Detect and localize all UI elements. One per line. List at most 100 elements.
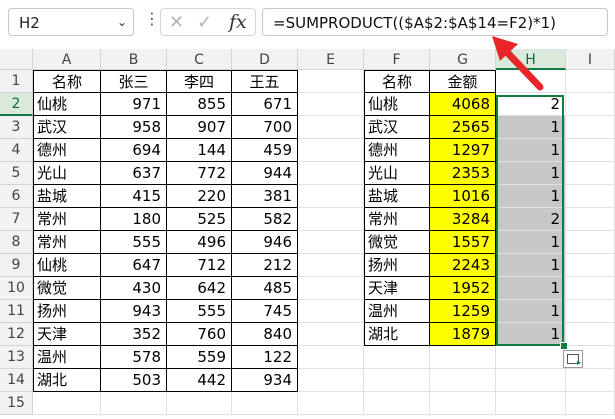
cell-G11[interactable]: 1259 (430, 300, 496, 323)
cell-I1[interactable] (566, 70, 615, 93)
cell-I5[interactable] (566, 162, 615, 185)
cell-C13[interactable]: 559 (167, 346, 232, 369)
cell-H14[interactable] (496, 369, 566, 392)
cell-C14[interactable]: 442 (167, 369, 232, 392)
row-header-12[interactable]: 12 (0, 323, 33, 346)
cell-F11[interactable]: 温州 (364, 300, 430, 323)
cell-F13[interactable] (364, 346, 430, 369)
quick-analysis-icon[interactable]: ▸ (563, 350, 583, 368)
row-header-1[interactable]: 1 (0, 70, 33, 93)
cell-C3[interactable]: 907 (167, 116, 232, 139)
cell-F6[interactable]: 盐城 (364, 185, 430, 208)
cell-F15[interactable] (364, 392, 430, 415)
cell-D14[interactable]: 934 (232, 369, 298, 392)
cell-G6[interactable]: 1016 (430, 185, 496, 208)
cell-B14[interactable]: 503 (101, 369, 167, 392)
row-header-4[interactable]: 4 (0, 139, 33, 162)
column-header-D[interactable]: D (232, 49, 298, 70)
cell-I11[interactable] (566, 300, 615, 323)
row-header-7[interactable]: 7 (0, 208, 33, 231)
cell-B11[interactable]: 943 (101, 300, 167, 323)
cell-H2[interactable]: 2 (496, 93, 566, 116)
cell-H13[interactable] (496, 346, 566, 369)
cell-D9[interactable]: 212 (232, 254, 298, 277)
cell-G15[interactable] (430, 392, 496, 415)
cell-C6[interactable]: 220 (167, 185, 232, 208)
cell-D15[interactable] (232, 392, 298, 415)
cell-B4[interactable]: 694 (101, 139, 167, 162)
cell-H9[interactable]: 1 (496, 254, 566, 277)
cell-H8[interactable]: 1 (496, 231, 566, 254)
column-header-A[interactable]: A (33, 49, 101, 70)
chevron-down-icon[interactable]: ⌄ (117, 15, 127, 29)
cell-E8[interactable] (298, 231, 364, 254)
cell-I15[interactable] (566, 392, 615, 415)
cell-E7[interactable] (298, 208, 364, 231)
cell-H7[interactable]: 2 (496, 208, 566, 231)
cell-H15[interactable] (496, 392, 566, 415)
cell-D7[interactable]: 582 (232, 208, 298, 231)
column-header-E[interactable]: E (298, 49, 364, 70)
cell-H4[interactable]: 1 (496, 139, 566, 162)
cell-G8[interactable]: 1557 (430, 231, 496, 254)
cell-I12[interactable] (566, 323, 615, 346)
cell-B3[interactable]: 958 (101, 116, 167, 139)
cell-E10[interactable] (298, 277, 364, 300)
cell-F8[interactable]: 微觉 (364, 231, 430, 254)
column-header-H[interactable]: H (496, 49, 566, 70)
fill-handle[interactable] (560, 342, 568, 350)
cell-I9[interactable] (566, 254, 615, 277)
cell-B7[interactable]: 180 (101, 208, 167, 231)
cell-B15[interactable] (101, 392, 167, 415)
cell-D13[interactable]: 122 (232, 346, 298, 369)
cell-D3[interactable]: 700 (232, 116, 298, 139)
cell-H12[interactable]: 1 (496, 323, 566, 346)
cell-A2[interactable]: 仙桃 (33, 93, 101, 116)
cell-C1[interactable]: 李四 (167, 70, 232, 93)
column-header-C[interactable]: C (167, 49, 232, 70)
cell-C4[interactable]: 144 (167, 139, 232, 162)
cell-H5[interactable]: 1 (496, 162, 566, 185)
cell-G9[interactable]: 2243 (430, 254, 496, 277)
cell-I10[interactable] (566, 277, 615, 300)
cell-G5[interactable]: 2353 (430, 162, 496, 185)
cell-G4[interactable]: 1297 (430, 139, 496, 162)
cell-F12[interactable]: 湖北 (364, 323, 430, 346)
cell-E3[interactable] (298, 116, 364, 139)
row-header-6[interactable]: 6 (0, 185, 33, 208)
cell-B9[interactable]: 647 (101, 254, 167, 277)
cell-E11[interactable] (298, 300, 364, 323)
cell-A4[interactable]: 德州 (33, 139, 101, 162)
cell-E9[interactable] (298, 254, 364, 277)
cell-D1[interactable]: 王五 (232, 70, 298, 93)
cell-E1[interactable] (298, 70, 364, 93)
cell-C2[interactable]: 855 (167, 93, 232, 116)
row-header-5[interactable]: 5 (0, 162, 33, 185)
cell-C5[interactable]: 772 (167, 162, 232, 185)
cell-G7[interactable]: 3284 (430, 208, 496, 231)
cell-E12[interactable] (298, 323, 364, 346)
formula-input[interactable]: =SUMPRODUCT(($A$2:$A$14=F2)*1) (262, 8, 608, 36)
cell-A11[interactable]: 扬州 (33, 300, 101, 323)
cell-A5[interactable]: 光山 (33, 162, 101, 185)
cell-C15[interactable] (167, 392, 232, 415)
cell-H1[interactable] (496, 70, 566, 93)
cell-E4[interactable] (298, 139, 364, 162)
cell-B8[interactable]: 555 (101, 231, 167, 254)
cell-I6[interactable] (566, 185, 615, 208)
cell-C10[interactable]: 642 (167, 277, 232, 300)
cell-C12[interactable]: 760 (167, 323, 232, 346)
cell-F14[interactable] (364, 369, 430, 392)
cell-A1[interactable]: 名称 (33, 70, 101, 93)
cell-A15[interactable] (33, 392, 101, 415)
cell-B12[interactable]: 352 (101, 323, 167, 346)
cell-C11[interactable]: 555 (167, 300, 232, 323)
more-options-icon[interactable]: ⋮ (144, 11, 160, 27)
cell-A3[interactable]: 武汉 (33, 116, 101, 139)
cell-C8[interactable]: 496 (167, 231, 232, 254)
cell-G12[interactable]: 1879 (430, 323, 496, 346)
cell-C7[interactable]: 525 (167, 208, 232, 231)
cell-F3[interactable]: 武汉 (364, 116, 430, 139)
row-header-14[interactable]: 14 (0, 369, 33, 392)
cell-B2[interactable]: 971 (101, 93, 167, 116)
